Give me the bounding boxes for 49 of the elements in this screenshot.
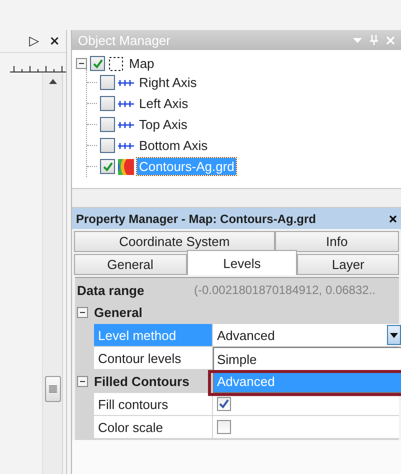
tab[interactable]: Coordinate System <box>74 231 275 252</box>
tree-item[interactable]: Map <box>127 55 156 72</box>
tree-item[interactable]: Right Axis <box>137 74 199 91</box>
tree-item[interactable]: Left Axis <box>137 95 190 112</box>
scroll-up-icon[interactable] <box>48 79 56 84</box>
dropdown-option[interactable]: Simple <box>214 348 401 370</box>
check-icon <box>219 399 229 409</box>
tab[interactable]: General <box>74 254 187 275</box>
collapse-toggle[interactable] <box>77 376 88 387</box>
tab[interactable]: Info <box>274 231 399 252</box>
collapse-toggle[interactable] <box>77 307 88 318</box>
axis-icon <box>118 120 134 128</box>
property-value: (-0.0021801870184912, 0.06832.. <box>194 283 376 297</box>
minus-icon <box>78 60 85 67</box>
checkbox[interactable] <box>90 56 105 71</box>
collapse-toggle[interactable] <box>76 58 87 69</box>
play-button[interactable]: ▷ <box>29 34 40 48</box>
property-label[interactable]: Fill contours <box>94 393 212 416</box>
axis-icon <box>118 142 134 150</box>
minus-icon <box>79 378 86 385</box>
minus-icon <box>79 309 86 316</box>
checkbox[interactable] <box>100 159 115 174</box>
tab[interactable]: Layer <box>297 254 399 275</box>
checkbox[interactable] <box>217 397 231 411</box>
property-label[interactable]: Contour levels <box>94 347 212 370</box>
axis-icon <box>118 100 134 108</box>
axis-icon <box>118 78 134 86</box>
close-button[interactable]: × <box>49 34 60 48</box>
checkbox[interactable] <box>100 138 115 153</box>
checkbox[interactable] <box>100 117 115 132</box>
property-label[interactable]: Color scale <box>94 416 212 439</box>
section-title: Filled Contours <box>94 374 190 389</box>
frame-icon <box>108 56 124 72</box>
property-label: Data range <box>77 282 146 298</box>
panel-title: Property Manager - Map: Contours-Ag.grd <box>76 212 318 226</box>
checkbox[interactable] <box>217 420 231 434</box>
contour-map-icon <box>118 158 134 174</box>
panel-title: Object Manager <box>78 32 172 48</box>
close-icon[interactable] <box>389 214 397 222</box>
dropdown-arrow-icon <box>390 332 398 338</box>
tab[interactable]: Levels <box>186 250 298 275</box>
tree-item[interactable]: Top Axis <box>137 116 190 133</box>
scrollbar-thumb[interactable] <box>44 376 60 402</box>
section-title: General <box>94 305 142 320</box>
tree-item[interactable]: Bottom Axis <box>137 137 210 154</box>
checkbox[interactable] <box>100 75 115 90</box>
check-icon <box>92 58 102 68</box>
checkbox[interactable] <box>100 96 115 111</box>
check-icon <box>102 162 112 172</box>
